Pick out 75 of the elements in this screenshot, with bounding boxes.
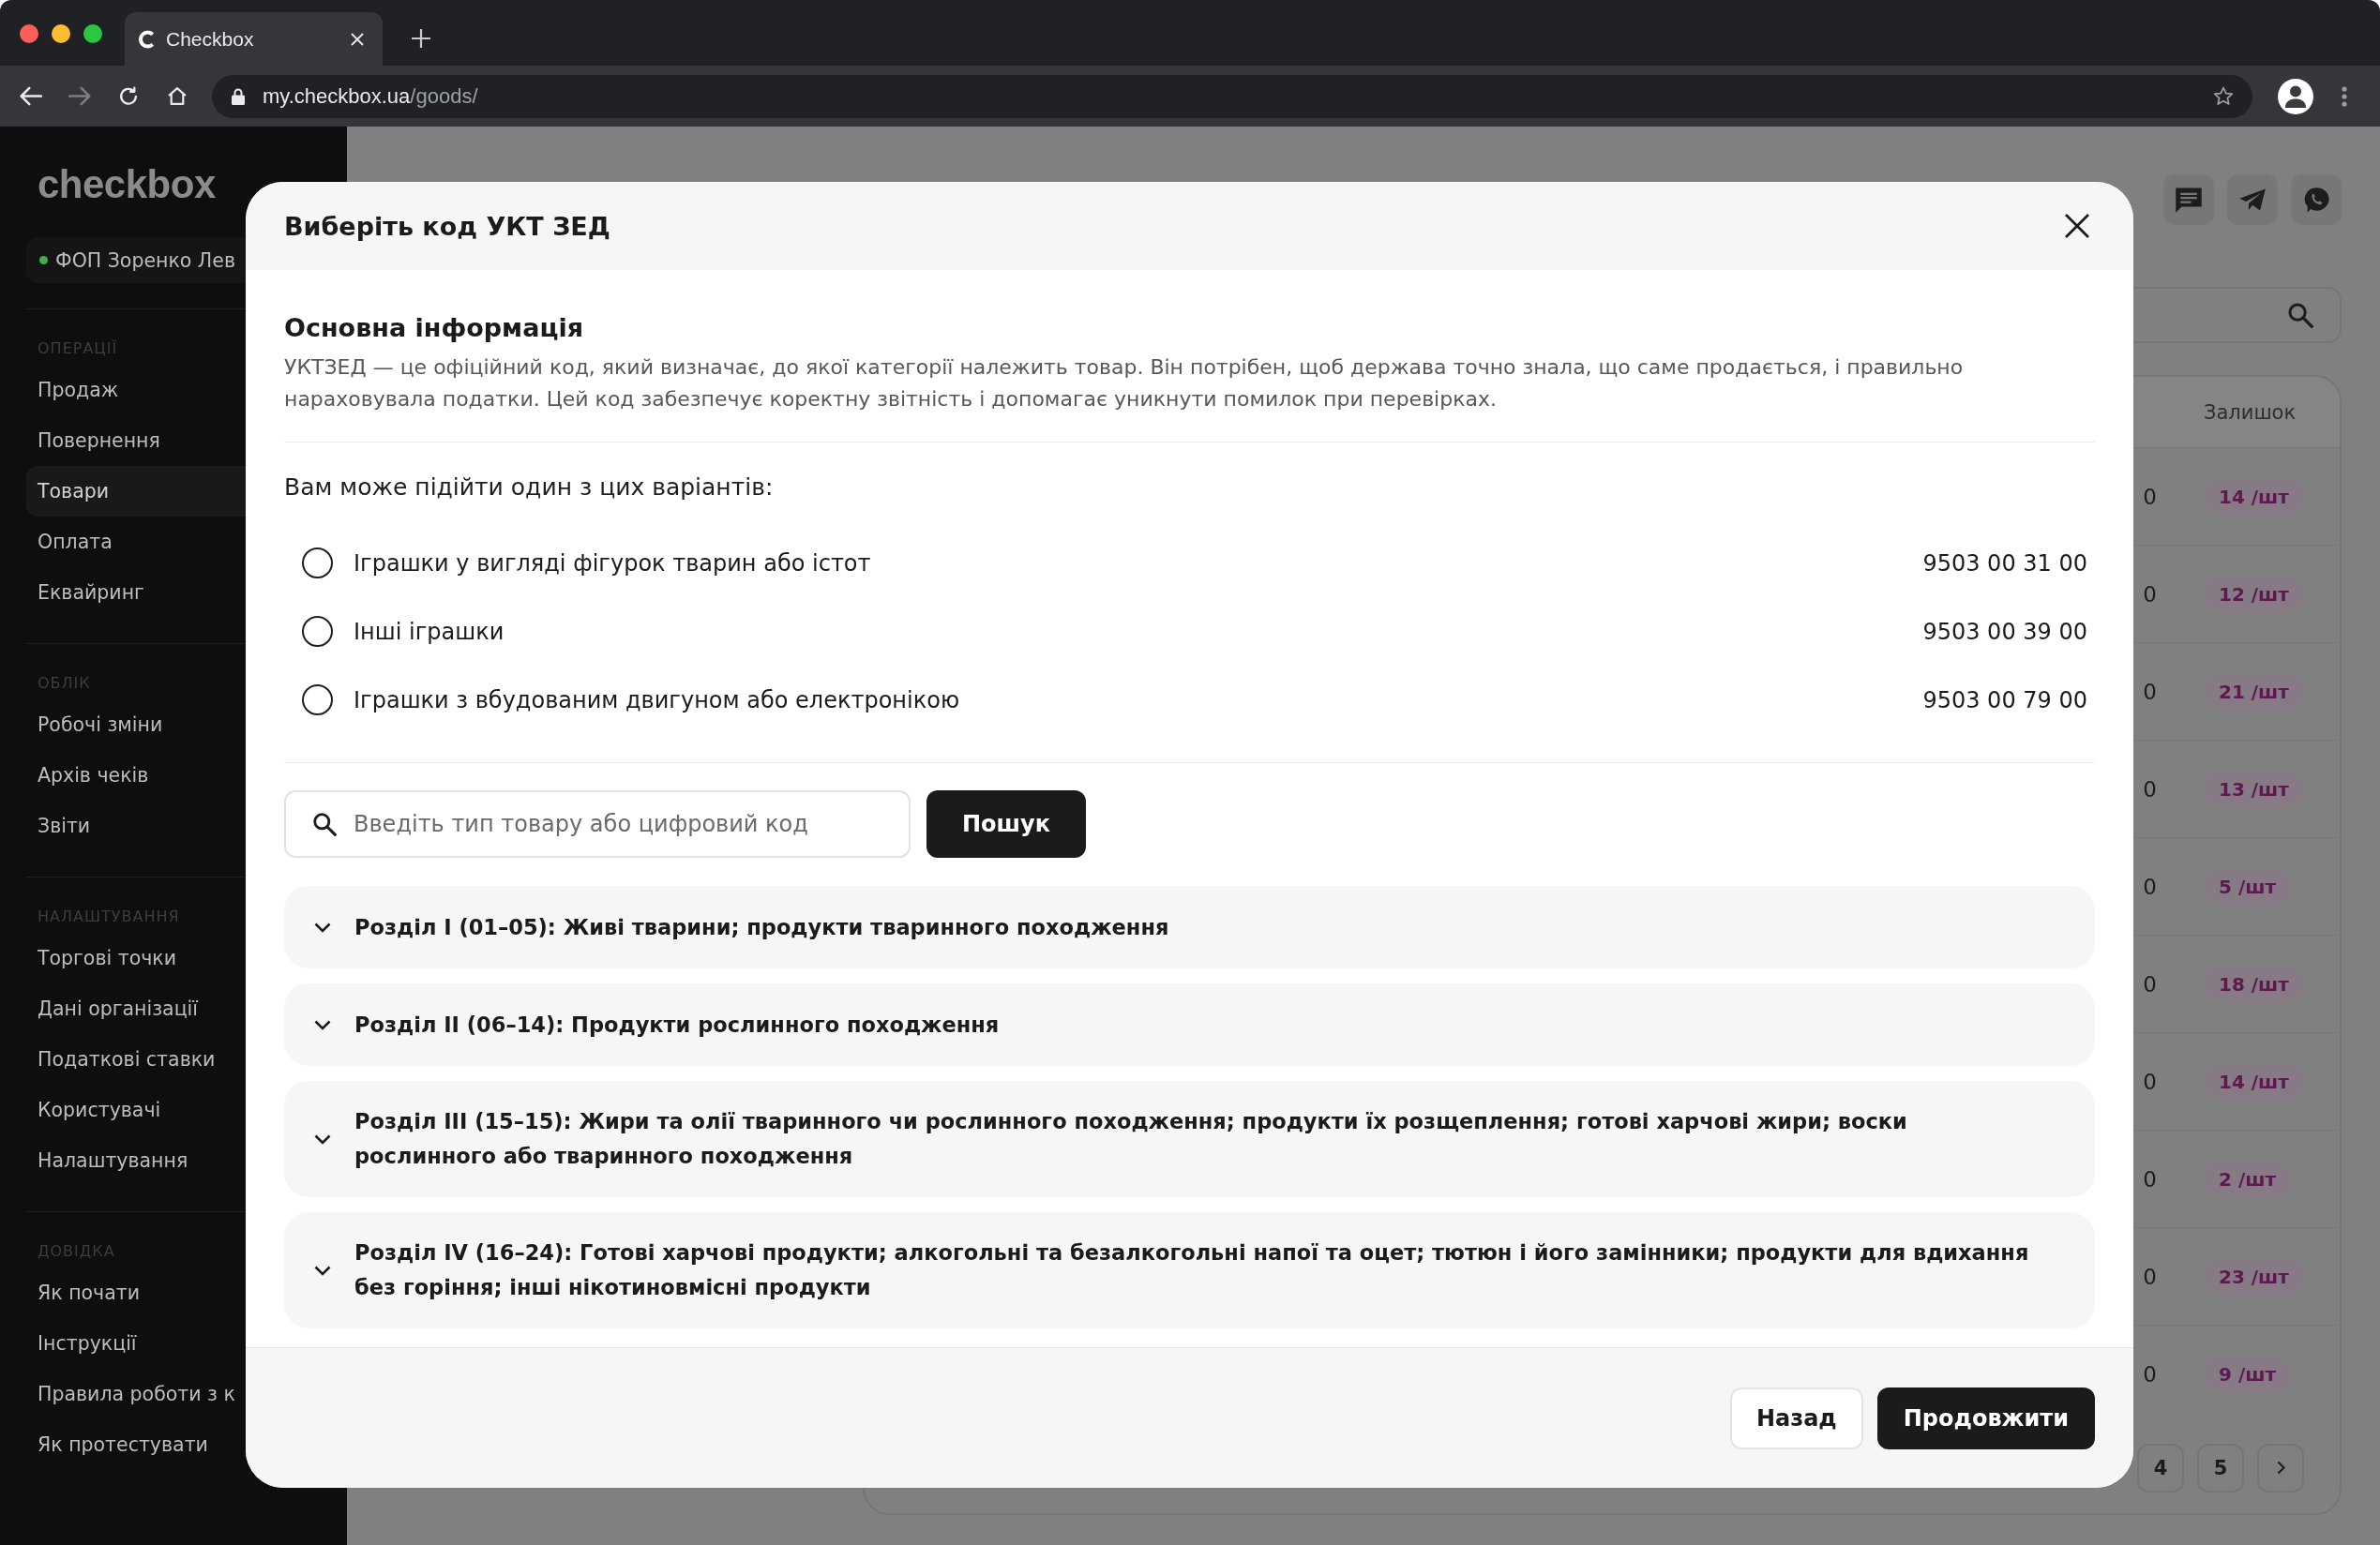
- chat-bubble-icon: [2175, 187, 2203, 213]
- stock-badge: 18 /шт: [2204, 966, 2304, 1002]
- accordion-item[interactable]: Розділ III (15–15): Жири та олії тваринного чи рослинного походження; продукти їх розщеплення; готові харчові жири; воски рослинного або тваринного походження: [284, 1081, 2095, 1197]
- phone-bubble-icon: [2302, 187, 2330, 213]
- url-text: my.checkbox.ua/goods/: [263, 83, 479, 109]
- table-cell: 0: [2143, 971, 2157, 997]
- stock-badge: 5 /шт: [2204, 868, 2291, 905]
- forward-icon[interactable]: [68, 86, 91, 106]
- radio-button[interactable]: [302, 616, 333, 647]
- option-label[interactable]: Іграшки у вигляді фігурок тварин або істот: [354, 549, 871, 577]
- stock-badge: 21 /шт: [2204, 673, 2304, 710]
- accordion-item[interactable]: Розділ IV (16–24): Готові харчові продукти; алкогольні та безалкогольні напої та оцет; тютюн і його замінники; продукти для вдихання без горіння; інші нікотиновмісні продукти: [284, 1212, 2095, 1328]
- chat-button[interactable]: [2163, 174, 2214, 225]
- chevron-down-icon: [314, 1019, 331, 1030]
- page-button[interactable]: 4: [2137, 1443, 2184, 1492]
- column-header: Залишок: [2204, 400, 2297, 424]
- close-icon: [2064, 213, 2090, 239]
- user-avatar-icon[interactable]: [2278, 78, 2313, 114]
- table-cell: 0: [2143, 776, 2157, 802]
- code-text: 9503 00 39 00: [1922, 618, 2087, 645]
- table-cell: 0: [2143, 1361, 2157, 1387]
- new-tab-icon[interactable]: [412, 29, 430, 48]
- logo-icon: [139, 29, 157, 49]
- table-cell: 0: [2143, 484, 2157, 509]
- call-button[interactable]: [2291, 174, 2342, 225]
- send-button[interactable]: [2227, 174, 2278, 225]
- stock-badge: 12 /шт: [2204, 576, 2304, 612]
- continue-button[interactable]: Продовжити: [1876, 1387, 2095, 1449]
- bookmark-star-icon[interactable]: [2213, 86, 2234, 106]
- section-title: Основна інформація: [284, 312, 584, 344]
- table-cell: 0: [2143, 1264, 2157, 1289]
- search-button[interactable]: Пошук: [926, 790, 1086, 858]
- option-label[interactable]: Іграшки з вбудованим двигуном або електронікою: [354, 686, 960, 713]
- close-window-icon[interactable]: [20, 24, 38, 43]
- home-icon[interactable]: [166, 86, 188, 106]
- brand-logo: checkbox: [37, 164, 217, 205]
- menu-icon[interactable]: [2342, 85, 2347, 107]
- minimize-window-icon[interactable]: [52, 24, 70, 43]
- stock-badge: 9 /шт: [2204, 1356, 2291, 1392]
- search-icon: [2287, 302, 2313, 328]
- stock-badge: 2 /шт: [2204, 1161, 2291, 1197]
- info-paragraph: УКТЗЕД — це офіційний код, який визначає, до якої категорії належить товар. Він потрібен, щоб держава точно знала, що саме продається, і правильно нараховувала податки. Цей код забезпечує коректну звітність і допомагає уникнути помилок при перевірках.: [284, 354, 1965, 412]
- stock-badge: 23 /шт: [2204, 1258, 2304, 1295]
- table-cell: 0: [2143, 679, 2157, 704]
- accordion-item[interactable]: Розділ II (06–14): Продукти рослинного походження: [284, 983, 2095, 1066]
- stock-badge: 13 /шт: [2204, 771, 2304, 807]
- close-tab-icon[interactable]: [351, 32, 364, 46]
- stock-badge: 14 /шт: [2204, 478, 2304, 515]
- maximize-window-icon[interactable]: [83, 24, 102, 43]
- browser-tab[interactable]: Checkbox: [125, 12, 383, 66]
- code-text: 9503 00 79 00: [1922, 686, 2087, 713]
- table-cell: 0: [2143, 1069, 2157, 1094]
- chevron-right-icon: [2276, 1461, 2285, 1475]
- address-bar[interactable]: my.checkbox.ua/goods/: [212, 74, 2252, 118]
- status-dot-icon: [39, 256, 48, 264]
- paper-plane-icon: [2238, 187, 2267, 213]
- radio-button[interactable]: [302, 684, 333, 715]
- table-cell: 0: [2143, 581, 2157, 607]
- search-field[interactable]: Введіть тип товару або цифровий код: [284, 790, 911, 858]
- option-label[interactable]: Інші іграшки: [354, 618, 505, 645]
- back-icon[interactable]: [20, 86, 42, 106]
- table-cell: 0: [2143, 874, 2157, 899]
- lock-icon: [232, 87, 245, 105]
- stock-badge: 14 /шт: [2204, 1063, 2304, 1100]
- page-button[interactable]: 5: [2197, 1443, 2244, 1492]
- radio-button[interactable]: [302, 548, 333, 578]
- code-text: 9503 00 31 00: [1922, 549, 2087, 577]
- back-button[interactable]: Назад: [1729, 1387, 1863, 1449]
- chevron-down-icon: [314, 1133, 331, 1145]
- accordion-item[interactable]: Розділ I (01–05): Живі тварини; продукти тваринного походження: [284, 886, 2095, 968]
- table-cell: 0: [2143, 1166, 2157, 1192]
- chevron-down-icon: [314, 1265, 331, 1276]
- chevron-down-icon: [314, 922, 331, 933]
- search-icon: [312, 812, 337, 836]
- reload-icon[interactable]: [117, 86, 140, 106]
